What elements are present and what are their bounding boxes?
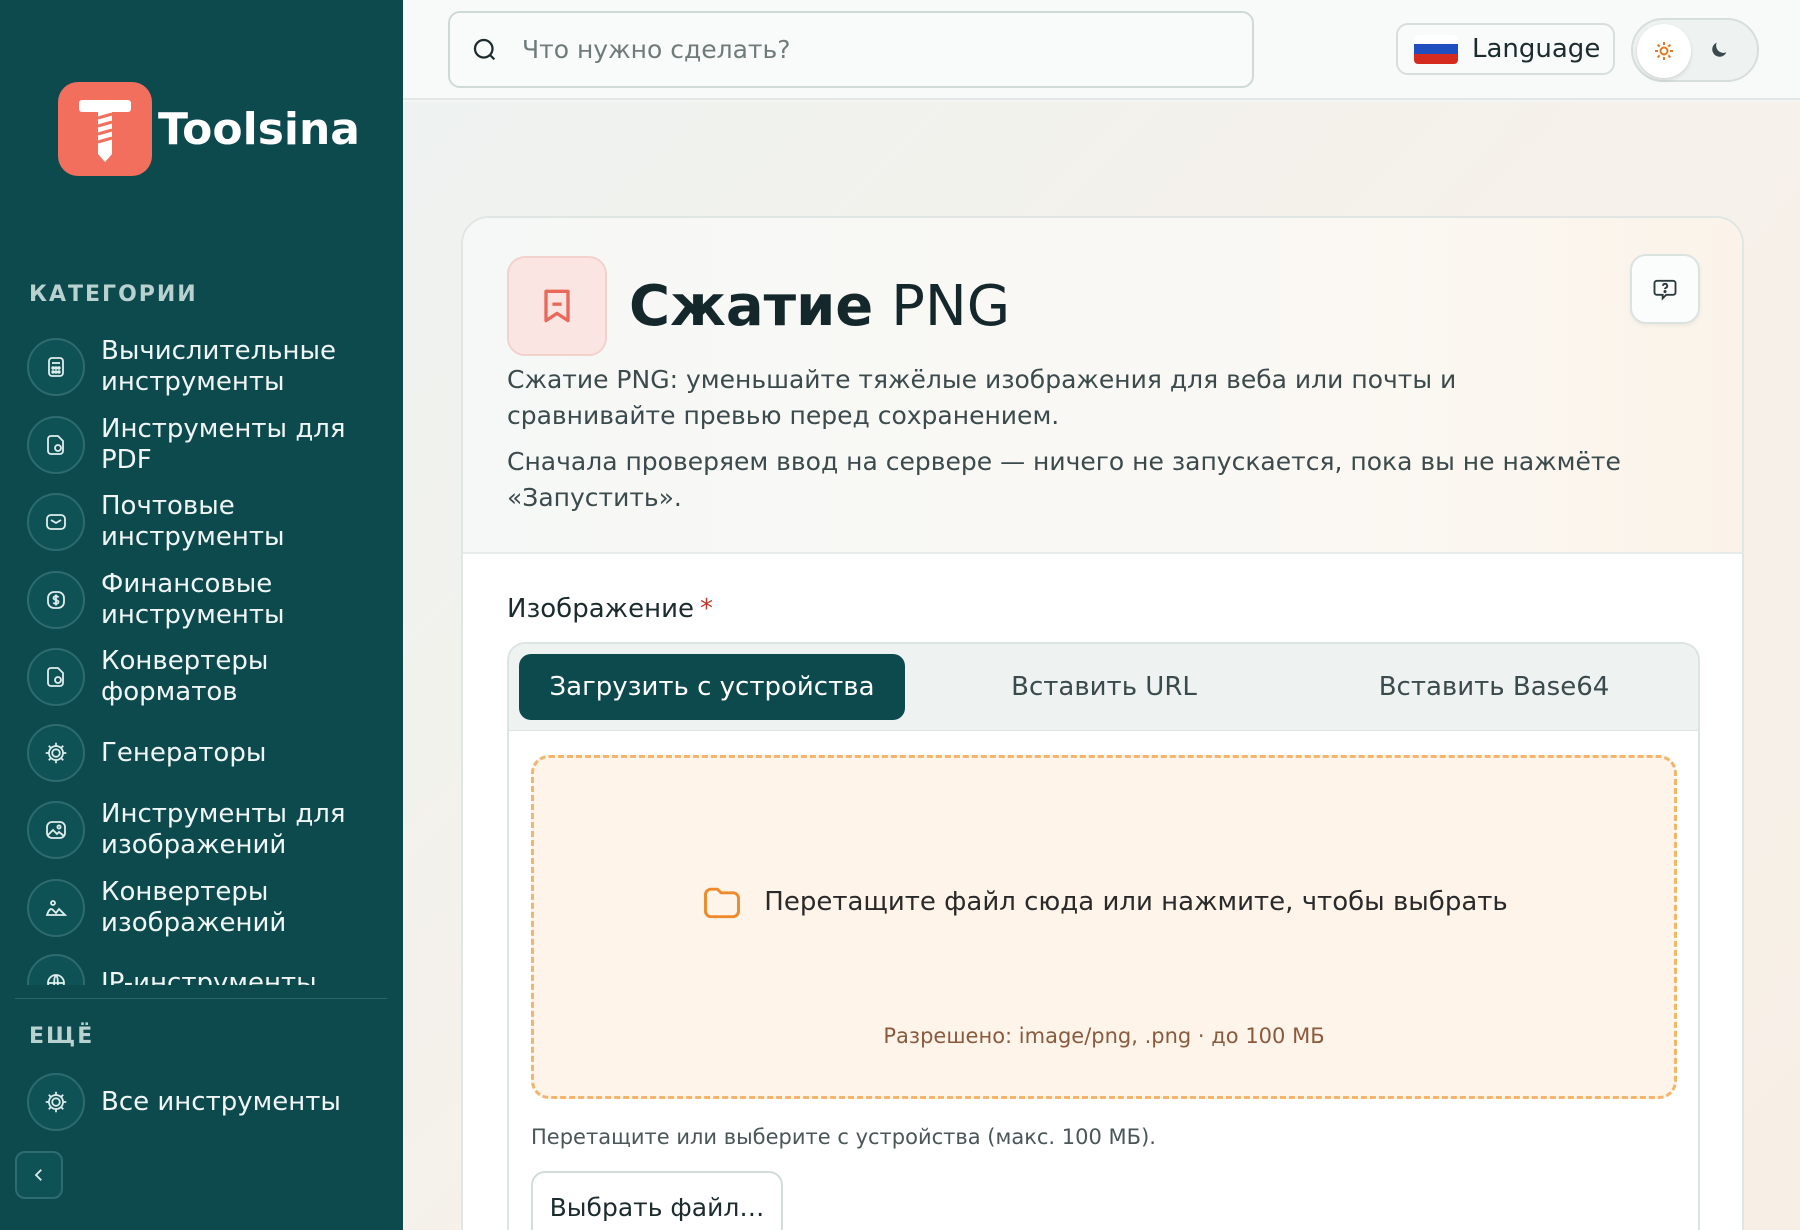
dropzone-text: Перетащите файл сюда или нажмите, чтобы … <box>764 887 1508 917</box>
chevron-left-icon <box>34 1169 42 1181</box>
sidebar-item-label: Конвертеры форматов <box>101 646 269 707</box>
dark-theme-button[interactable] <box>1703 34 1735 66</box>
sidebar-item-ip-tools[interactable]: IP-инструменты <box>27 954 387 985</box>
page-title-bold: Сжатие <box>629 274 874 339</box>
brand[interactable]: Toolsina <box>58 82 360 176</box>
dropzone-hint: Разрешено: image/png, .png · до 100 МБ <box>883 1024 1325 1048</box>
language-label: Language <box>1472 34 1601 64</box>
image-convert-icon <box>27 879 85 937</box>
tab-paste-url[interactable]: Вставить URL <box>913 654 1295 720</box>
upload-panel: Перетащите файл сюда или нажмите, чтобы … <box>507 730 1700 1230</box>
sidebar-item-label: Все инструменты <box>101 1086 341 1117</box>
sidebar-item-mail[interactable]: Почтовые инструменты <box>27 491 387 553</box>
tab-upload-device[interactable]: Загрузить с устройства <box>519 654 905 720</box>
sidebar-item-label: Финансовые инструменты <box>101 569 285 630</box>
sidebar: Toolsina КАТЕГОРИИ Вычислительные инстру… <box>0 0 403 1230</box>
input-source-tabs: Загрузить с устройства Вставить URL Вста… <box>507 642 1700 730</box>
search-input[interactable]: Что нужно сделать? <box>448 11 1254 88</box>
light-theme-button[interactable] <box>1637 24 1691 78</box>
sidebar-divider <box>15 998 387 999</box>
image-field-label: Изображение * <box>507 594 713 624</box>
file-icon <box>27 416 85 474</box>
sidebar-item-label: Инструменты для изображений <box>101 799 346 860</box>
sidebar-item-label: Конвертеры изображений <box>101 877 287 938</box>
mail-icon <box>27 493 85 551</box>
calculator-icon <box>27 338 85 396</box>
sidebar-item-image-tools[interactable]: Инструменты для изображений <box>27 799 387 861</box>
globe-icon <box>27 954 85 985</box>
convert-file-icon <box>27 648 85 706</box>
category-list: Вычислительные инструменты Инструменты д… <box>0 330 403 985</box>
tool-card: Сжатие PNG Сжатие PNG: уменьшайте тяжёлы… <box>461 216 1744 1230</box>
sidebar-item-label: Почтовые инструменты <box>101 491 285 552</box>
bookmark-icon <box>507 256 607 356</box>
folder-icon <box>704 887 741 919</box>
gear-icon <box>27 1073 85 1131</box>
sidebar-item-image-converters[interactable]: Конвертеры изображений <box>27 877 387 939</box>
file-dropzone[interactable]: Перетащите файл сюда или нажмите, чтобы … <box>531 755 1677 1099</box>
upload-helper-text: Перетащите или выберите с устройства (ма… <box>531 1125 1156 1149</box>
theme-toggle[interactable] <box>1631 18 1759 82</box>
help-chat-icon <box>1653 279 1677 301</box>
sidebar-item-format-converters[interactable]: Конвертеры форматов <box>27 646 387 708</box>
collapse-sidebar-button[interactable] <box>15 1151 63 1199</box>
top-bar: Что нужно сделать? Language <box>403 0 1800 100</box>
russia-flag-icon <box>1414 34 1458 64</box>
help-button[interactable] <box>1630 254 1700 324</box>
moon-icon <box>1712 42 1727 57</box>
field-label-text: Изображение <box>507 594 694 624</box>
tool-note: Сначала проверяем ввод на сервере — ниче… <box>507 447 1621 512</box>
sidebar-item-label: IP-инструменты <box>101 967 317 986</box>
sidebar-item-label: Инструменты для PDF <box>101 414 346 475</box>
sidebar-item-label: Вычислительные инструменты <box>101 336 337 397</box>
sun-icon <box>1655 42 1673 60</box>
search-placeholder: Что нужно сделать? <box>522 35 791 64</box>
search-icon <box>473 38 496 60</box>
choose-file-button[interactable]: Выбрать файл… <box>531 1171 783 1230</box>
language-button[interactable]: Language <box>1396 23 1615 75</box>
toolsina-logo-icon <box>58 82 152 176</box>
sidebar-item-generators[interactable]: Генераторы <box>27 724 387 782</box>
tool-description: Сжатие PNG: уменьшайте тяжёлые изображен… <box>507 365 1457 430</box>
categories-heading: КАТЕГОРИИ <box>29 282 198 307</box>
image-icon <box>27 801 85 859</box>
more-heading: ЕЩЁ <box>29 1024 95 1049</box>
tab-paste-base64[interactable]: Вставить Base64 <box>1303 654 1685 720</box>
tool-header: Сжатие PNG Сжатие PNG: уменьшайте тяжёлы… <box>463 218 1742 554</box>
sidebar-item-calculators[interactable]: Вычислительные инструменты <box>27 336 387 398</box>
page-title: Сжатие PNG <box>629 274 1010 339</box>
gear-icon <box>27 724 85 782</box>
sidebar-item-pdf[interactable]: Инструменты для PDF <box>27 414 387 476</box>
dropzone-main: Перетащите файл сюда или нажмите, чтобы … <box>534 880 1674 924</box>
sidebar-item-all-tools[interactable]: Все инструменты <box>27 1073 387 1131</box>
dollar-icon <box>27 571 85 629</box>
required-mark: * <box>699 594 713 624</box>
brand-name: Toolsina <box>158 103 360 155</box>
sidebar-item-label: Генераторы <box>101 737 267 768</box>
sidebar-item-finance[interactable]: Финансовые инструменты <box>27 569 387 631</box>
page-title-rest: PNG <box>891 274 1011 339</box>
